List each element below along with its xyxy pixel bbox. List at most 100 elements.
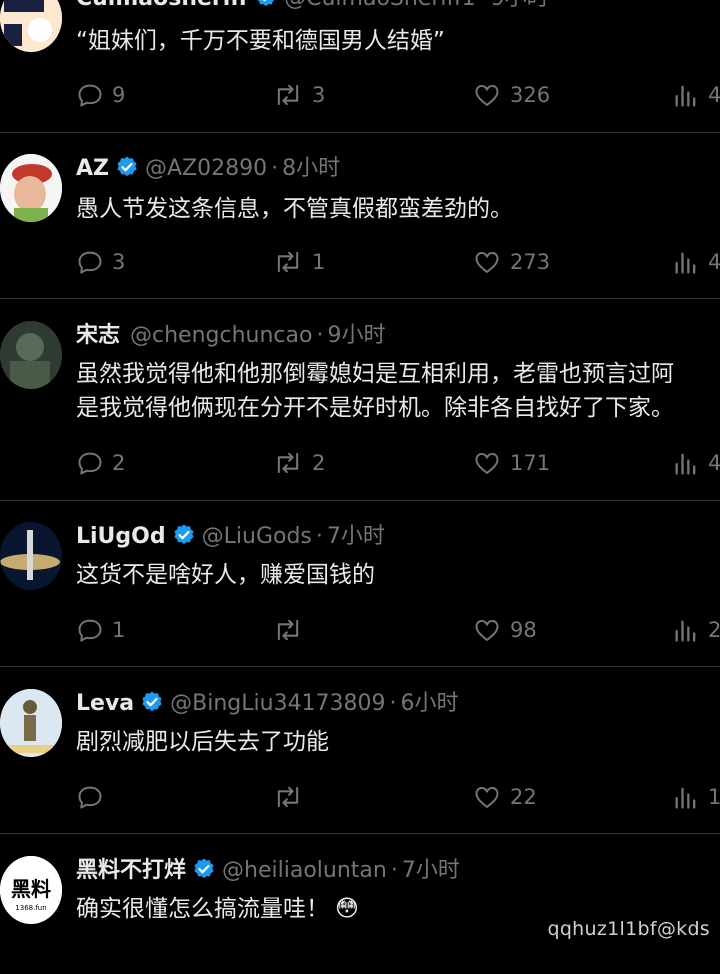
tweet-header: Culmaosheriff @CulmaoSheriff1 · 9小时 bbox=[76, 0, 549, 18]
user-handle[interactable]: @BingLiu34173809 bbox=[170, 691, 385, 716]
reply-button[interactable]: 3 bbox=[76, 246, 125, 278]
retweet-button[interactable] bbox=[272, 614, 312, 646]
avatar[interactable] bbox=[0, 689, 62, 757]
user-handle[interactable]: @AZ02890 bbox=[145, 156, 267, 181]
tweet-text: 剧烈减肥以后失去了功能 bbox=[76, 725, 329, 759]
heart-icon bbox=[475, 452, 499, 474]
retweet-button[interactable]: 2 bbox=[272, 447, 325, 479]
timestamp[interactable]: 9小时 bbox=[491, 0, 549, 11]
avatar[interactable] bbox=[0, 154, 62, 222]
views-count: 4 bbox=[708, 451, 720, 475]
retweet-icon bbox=[277, 452, 299, 474]
reply-count: 3 bbox=[112, 250, 126, 274]
separator-dot: · bbox=[480, 0, 487, 11]
tweet[interactable]: Culmaosheriff @CulmaoSheriff1 · 9小时 “姐妹们，千万… bbox=[0, 0, 720, 133]
views-button[interactable]: 4 bbox=[672, 79, 720, 111]
timestamp[interactable]: 7小时 bbox=[327, 524, 385, 549]
tweet[interactable]: LiUgOd @LiuGods · 7小时 这货不是啥好人，赚爱国钱的 1 98 2 bbox=[0, 500, 720, 667]
figure-avatar-icon bbox=[0, 689, 62, 757]
tweet-actions: 3 1 273 4 bbox=[76, 246, 720, 278]
user-name[interactable]: Leva bbox=[76, 691, 134, 716]
analytics-icon bbox=[675, 453, 696, 475]
tweet-text-line: 确实很懂怎么搞流量哇！ bbox=[76, 896, 329, 922]
verified-badge-icon bbox=[115, 155, 139, 188]
tweet-text: 确实很懂怎么搞流量哇！ 😳 bbox=[76, 892, 359, 926]
like-button[interactable]: 22 bbox=[472, 781, 537, 813]
user-handle[interactable]: @chengchuncao bbox=[130, 323, 312, 348]
tweet-header: AZ @AZ02890 · 8小时 bbox=[76, 154, 340, 188]
avatar[interactable] bbox=[0, 321, 62, 389]
separator-dot: · bbox=[389, 691, 397, 716]
user-name[interactable]: 黑料不打烊 bbox=[76, 858, 186, 883]
heart-icon bbox=[475, 84, 499, 106]
avatar[interactable] bbox=[0, 522, 62, 590]
retweet-button[interactable]: 1 bbox=[272, 246, 325, 278]
views-count: 1 bbox=[708, 785, 720, 809]
timestamp[interactable]: 9小时 bbox=[327, 323, 385, 348]
verified-badge-icon bbox=[140, 690, 164, 723]
retweet-count: 2 bbox=[312, 451, 326, 475]
tweet-header: 宋志 @chengchuncao · 9小时 bbox=[76, 321, 385, 351]
separator-dot: · bbox=[316, 323, 324, 348]
retweet-icon bbox=[277, 619, 299, 641]
like-button[interactable]: 273 bbox=[472, 246, 550, 278]
tweet[interactable]: 黑料 1368.fun 黑料不打烊 @heiliaoluntan · 7小时 确实很懂… bbox=[0, 834, 720, 974]
retweet-button[interactable]: 3 bbox=[272, 79, 325, 111]
reply-icon bbox=[78, 452, 102, 475]
cartoon-avatar-icon bbox=[0, 0, 62, 52]
views-button[interactable]: 4 bbox=[672, 447, 720, 479]
reply-icon bbox=[78, 251, 102, 274]
reply-count: 2 bbox=[112, 451, 126, 475]
tweet-text-line: 这货不是啥好人，赚爱国钱的 bbox=[76, 562, 375, 588]
reply-button[interactable]: 1 bbox=[76, 614, 125, 646]
tweet-actions: 2 2 171 4 bbox=[76, 447, 720, 479]
tweet-text-line: 愚人节发这条信息，不管真假都蛮差劲的。 bbox=[76, 196, 513, 222]
like-button[interactable]: 326 bbox=[472, 79, 550, 111]
heart-icon bbox=[475, 251, 499, 273]
flushed-emoji-icon: 😳 bbox=[335, 896, 359, 922]
user-name[interactable]: LiUgOd bbox=[76, 524, 166, 549]
tweet-text: 虽然我觉得他和他那倒霉媳妇是互相利用，老雷也预言过阿 是我觉得他俩现在分开不是好… bbox=[76, 357, 674, 425]
like-count: 273 bbox=[510, 250, 551, 274]
tweet[interactable]: 宋志 @chengchuncao · 9小时 虽然我觉得他和他那倒霉媳妇是互相利用，老… bbox=[0, 299, 720, 501]
verified-badge-icon bbox=[254, 0, 278, 18]
like-button[interactable]: 98 bbox=[472, 614, 537, 646]
reply-button[interactable]: 2 bbox=[76, 447, 125, 479]
avatar[interactable]: 黑料 1368.fun bbox=[0, 856, 62, 924]
reply-button[interactable] bbox=[76, 781, 112, 813]
timestamp[interactable]: 7小时 bbox=[402, 858, 460, 883]
tweet-header: LiUgOd @LiuGods · 7小时 bbox=[76, 522, 385, 556]
views-button[interactable]: 2 bbox=[672, 614, 720, 646]
avatar[interactable] bbox=[0, 0, 62, 52]
reply-button[interactable]: 9 bbox=[76, 79, 125, 111]
tweet-header: Leva @BingLiu34173809 · 6小时 bbox=[76, 689, 459, 723]
analytics-icon bbox=[675, 252, 696, 274]
tweet-header: 黑料不打烊 @heiliaoluntan · 7小时 bbox=[76, 856, 460, 890]
avatar-logo-subtext: 1368.fun bbox=[15, 904, 46, 912]
tweet[interactable]: AZ @AZ02890 · 8小时 愚人节发这条信息，不管真假都蛮差劲的。 3 1 2… bbox=[0, 132, 720, 299]
user-name[interactable]: 宋志 bbox=[76, 323, 120, 348]
user-name[interactable]: Culmaosheriff bbox=[76, 0, 248, 11]
tweet[interactable]: Leva @BingLiu34173809 · 6小时 剧烈减肥以后失去了功能 22 … bbox=[0, 667, 720, 834]
views-count: 4 bbox=[708, 250, 720, 274]
rocket-avatar-icon bbox=[0, 522, 62, 590]
views-button[interactable]: 1 bbox=[672, 781, 720, 813]
retweet-icon bbox=[277, 84, 299, 106]
reply-count: 1 bbox=[112, 618, 126, 642]
retweet-count: 3 bbox=[312, 83, 326, 107]
timestamp[interactable]: 8小时 bbox=[282, 156, 340, 181]
tweet-text-line: “姐妹们，千万不要和德国男人结婚” bbox=[76, 28, 445, 54]
like-count: 326 bbox=[510, 83, 551, 107]
timestamp[interactable]: 6小时 bbox=[401, 691, 459, 716]
tweet-actions: 22 1 bbox=[76, 781, 720, 813]
retweet-button[interactable] bbox=[272, 781, 312, 813]
user-name[interactable]: AZ bbox=[76, 156, 109, 181]
tweet-text: 愚人节发这条信息，不管真假都蛮差劲的。 bbox=[76, 192, 513, 226]
like-button[interactable]: 171 bbox=[472, 447, 550, 479]
user-handle[interactable]: @heiliaoluntan bbox=[222, 858, 387, 883]
views-button[interactable]: 4 bbox=[672, 246, 720, 278]
user-handle[interactable]: @CulmaoSheriff1 bbox=[284, 0, 476, 11]
heart-icon bbox=[475, 786, 499, 808]
analytics-icon bbox=[675, 85, 696, 107]
user-handle[interactable]: @LiuGods bbox=[202, 524, 312, 549]
